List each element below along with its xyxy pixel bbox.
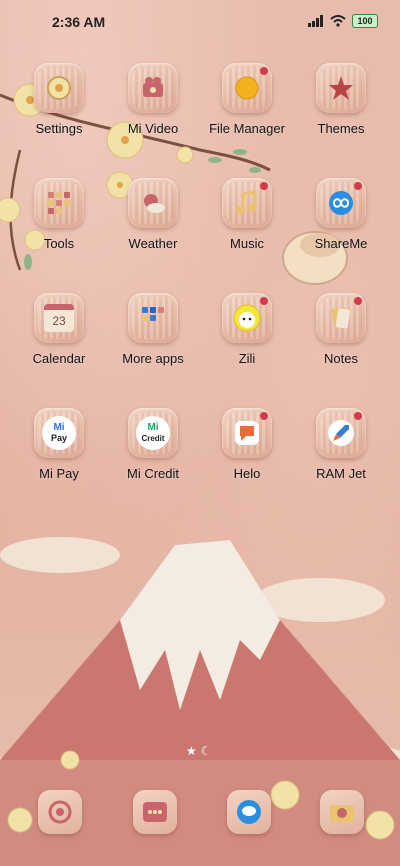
camera-icon[interactable] [320, 790, 364, 834]
mi-pay-icon-text-top: Mi [53, 422, 65, 433]
status-bar: 2:36 AM 100 [0, 0, 400, 44]
notification-dot [354, 182, 362, 190]
app-label: Music [230, 236, 264, 251]
mi-credit-icon-text-top: Mi [147, 422, 159, 433]
battery-icon: 100 [352, 14, 378, 28]
video-camera-icon [128, 63, 178, 113]
app-calendar[interactable]: 23 Calendar [9, 293, 109, 366]
app-mi-credit[interactable]: Mi Credit Mi Credit [103, 408, 203, 481]
app-more-apps[interactable]: More apps [103, 293, 203, 366]
app-ram-jet[interactable]: RAM Jet [291, 408, 391, 481]
app-label: Notes [324, 351, 358, 366]
mi-pay-icon: Mi Pay [34, 408, 84, 458]
app-helo[interactable]: Helo [197, 408, 297, 481]
mi-pay-icon-text-bottom: Pay [50, 433, 67, 443]
apps-folder-icon [128, 293, 178, 343]
messages-icon[interactable] [133, 790, 177, 834]
app-label: Tools [43, 236, 75, 251]
app-music[interactable]: Music [197, 178, 297, 251]
helo-chat-icon [222, 408, 272, 458]
mi-credit-icon: Mi Credit [128, 408, 178, 458]
chat-icon[interactable] [227, 790, 271, 834]
notification-dot [354, 412, 362, 420]
app-mi-pay[interactable]: Mi Pay Mi Pay [9, 408, 109, 481]
moon-page-icon: ☾ [200, 744, 212, 758]
app-file-manager[interactable]: File Manager [197, 63, 297, 136]
app-label: ShareMe [314, 236, 368, 251]
app-mi-video[interactable]: Mi Video [103, 63, 203, 136]
app-label: Weather [128, 236, 178, 251]
app-label: Mi Credit [126, 466, 179, 481]
notification-dot [260, 182, 268, 190]
rocket-icon [316, 408, 366, 458]
app-shareme[interactable]: ShareMe [291, 178, 391, 251]
calendar-icon: 23 [34, 293, 84, 343]
app-label: Helo [233, 466, 261, 481]
status-icons: 100 [308, 14, 378, 28]
notification-dot [260, 67, 268, 75]
app-label: Zili [238, 351, 256, 366]
status-time: 2:36 AM [52, 14, 106, 30]
music-note-icon [222, 178, 272, 228]
star-icon [316, 63, 366, 113]
app-label: Settings [35, 121, 83, 136]
wifi-icon [330, 15, 346, 27]
app-label: Mi Video [127, 121, 179, 136]
notification-dot [354, 297, 362, 305]
page-indicator[interactable]: ★ ☾ [186, 744, 212, 758]
face-icon [222, 293, 272, 343]
app-settings[interactable]: Settings [9, 63, 109, 136]
app-label: Mi Pay [39, 466, 79, 481]
weather-icon [128, 178, 178, 228]
star-page-icon: ★ [186, 744, 197, 758]
settings-icon [34, 63, 84, 113]
signal-icon [308, 15, 323, 27]
calendar-date: 23 [44, 304, 74, 332]
app-themes[interactable]: Themes [291, 63, 391, 136]
app-tools[interactable]: Tools [9, 178, 109, 251]
app-zili[interactable]: Zili [197, 293, 297, 366]
app-label: RAM Jet [316, 466, 366, 481]
folder-icon [222, 63, 272, 113]
phone-icon[interactable] [38, 790, 82, 834]
app-label: Calendar [32, 351, 86, 366]
notification-dot [260, 412, 268, 420]
notification-dot [260, 297, 268, 305]
app-label: File Manager [209, 121, 285, 136]
infinity-icon [316, 178, 366, 228]
mi-credit-icon-text-bottom: Credit [141, 434, 165, 443]
app-notes[interactable]: Notes [291, 293, 391, 366]
notes-icon [316, 293, 366, 343]
app-label: Themes [317, 121, 365, 136]
app-weather[interactable]: Weather [103, 178, 203, 251]
app-label: More apps [122, 351, 184, 366]
tools-folder-icon [34, 178, 84, 228]
